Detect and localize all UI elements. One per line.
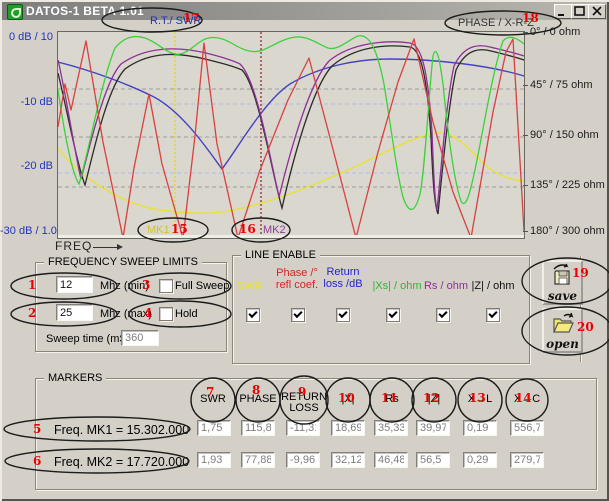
y-right-180: 180° / 300 ohm [530,225,605,237]
freq-mk2-label: Freq. MK2 = 17.720.000 [54,455,189,469]
mode-label-phase-xrz: PHASE / X-R-Z [458,17,534,29]
line-label-return: Return loss /dB [315,266,371,290]
col-header-phase: PHASE [233,394,283,405]
maximize-button[interactable] [571,4,589,19]
curve-phase [58,39,524,238]
freq-arrowhead-icon [117,244,123,250]
hold-label: Hold [175,308,198,320]
line-checkbox-swr[interactable] [246,308,260,322]
line-checkbox-z[interactable] [486,308,500,322]
mk1-c-value[interactable] [510,420,544,436]
curve-xs [58,36,524,210]
right-tick [523,32,528,33]
freq-max-input[interactable] [56,304,93,321]
mk2-z-value[interactable] [416,452,450,468]
col-header-xl: X→L [455,394,505,405]
mk2-return-value[interactable] [286,452,320,468]
mk1-phase-value[interactable] [241,420,275,436]
col-header-swr: SWR [188,394,238,405]
line-label-z: |Z| / ohm [465,280,521,292]
mk2-x-value[interactable] [331,452,365,468]
freq-min-label: Mhz (min) [100,280,149,292]
mk2-c-value[interactable] [510,452,544,468]
chart-canvas [58,32,524,238]
right-tick [523,231,528,232]
line-checkbox-phase[interactable] [291,308,305,322]
mk2-chart-label: MK2 [263,224,286,236]
mk1-rs-value[interactable] [374,420,408,436]
right-tick [523,135,528,136]
mode-label-rt-swr: R.T./ SWR [150,15,201,27]
plot-area[interactable] [57,31,525,239]
save-button[interactable]: save [542,260,583,305]
curve-z [58,46,524,214]
line-enable-title: LINE ENABLE [241,249,320,261]
gridlines-db [58,104,524,173]
x-axis-label: FREQ [55,239,92,253]
line-checkbox-rs[interactable] [436,308,450,322]
sweep-time-label: Sweep time (mS) [46,333,130,345]
frequency-sweep-limits-title: FREQUENCY SWEEP LIMITS [44,256,202,268]
save-button-label: save [544,289,581,303]
mk2-phase-value[interactable] [241,452,275,468]
app-window: DATOS-1 BETA 1.01 R.T./ SWR PHASE / X-R-… [0,0,609,501]
minimize-button[interactable] [554,4,572,19]
mk2-rs-value[interactable] [374,452,408,468]
mk1-z-value[interactable] [416,420,450,436]
y-left-20db: -20 dB [0,160,53,172]
col-header-return-loss: RETURN LOSS [279,392,329,414]
plot-bottom-strip [58,235,524,238]
maximize-icon [574,6,586,17]
y-left-10db: -10 dB [0,96,53,108]
freq-mk1-label: Freq. MK1 = 15.302.000 [54,423,189,437]
y-right-135: 135° / 225 ohm [530,179,605,191]
freq-min-input[interactable] [56,276,93,293]
close-button[interactable] [588,4,606,19]
sweep-time-input[interactable] [121,330,159,346]
mk1-x-value[interactable] [331,420,365,436]
mk1-l-value[interactable] [463,420,497,436]
y-right-90: 90° / 150 ohm [530,129,599,141]
floppy-disk-icon [552,263,574,287]
close-icon [591,6,603,17]
freq-max-label: Mhz (max) [100,308,152,320]
line-checkbox-return[interactable] [336,308,350,322]
y-right-0: 0° / 0 ohm [530,26,580,38]
open-button[interactable]: open [542,308,583,353]
line-label-xs: |Xs| / ohm [369,280,425,292]
minimize-icon [557,6,569,17]
window-title: DATOS-1 BETA 1.01 [26,4,144,18]
col-header-x: |X| [323,394,373,405]
app-icon [7,4,23,20]
freq-arrow-icon [93,247,117,248]
right-tick [523,185,528,186]
line-checkbox-xs[interactable] [386,308,400,322]
mk1-chart-label: MK1 [147,224,170,236]
hold-checkbox[interactable] [159,307,173,321]
right-tick [523,85,528,86]
y-left-0db: 0 dB / 10 [0,31,53,43]
mk1-swr-value[interactable] [197,420,231,436]
open-folder-icon [551,311,575,335]
full-sweep-checkbox[interactable] [159,279,173,293]
mk1-return-value[interactable] [286,420,320,436]
mk2-l-value[interactable] [463,452,497,468]
col-header-z: |Z| [409,394,459,405]
markers-title: MARKERS [44,372,106,384]
y-left-30db: -30 dB / 1.0 [0,225,53,237]
y-right-45: 45° / 75 ohm [530,79,593,91]
col-header-xc: X→C [502,394,552,405]
mk2-swr-value[interactable] [197,452,231,468]
open-button-label: open [544,337,581,351]
